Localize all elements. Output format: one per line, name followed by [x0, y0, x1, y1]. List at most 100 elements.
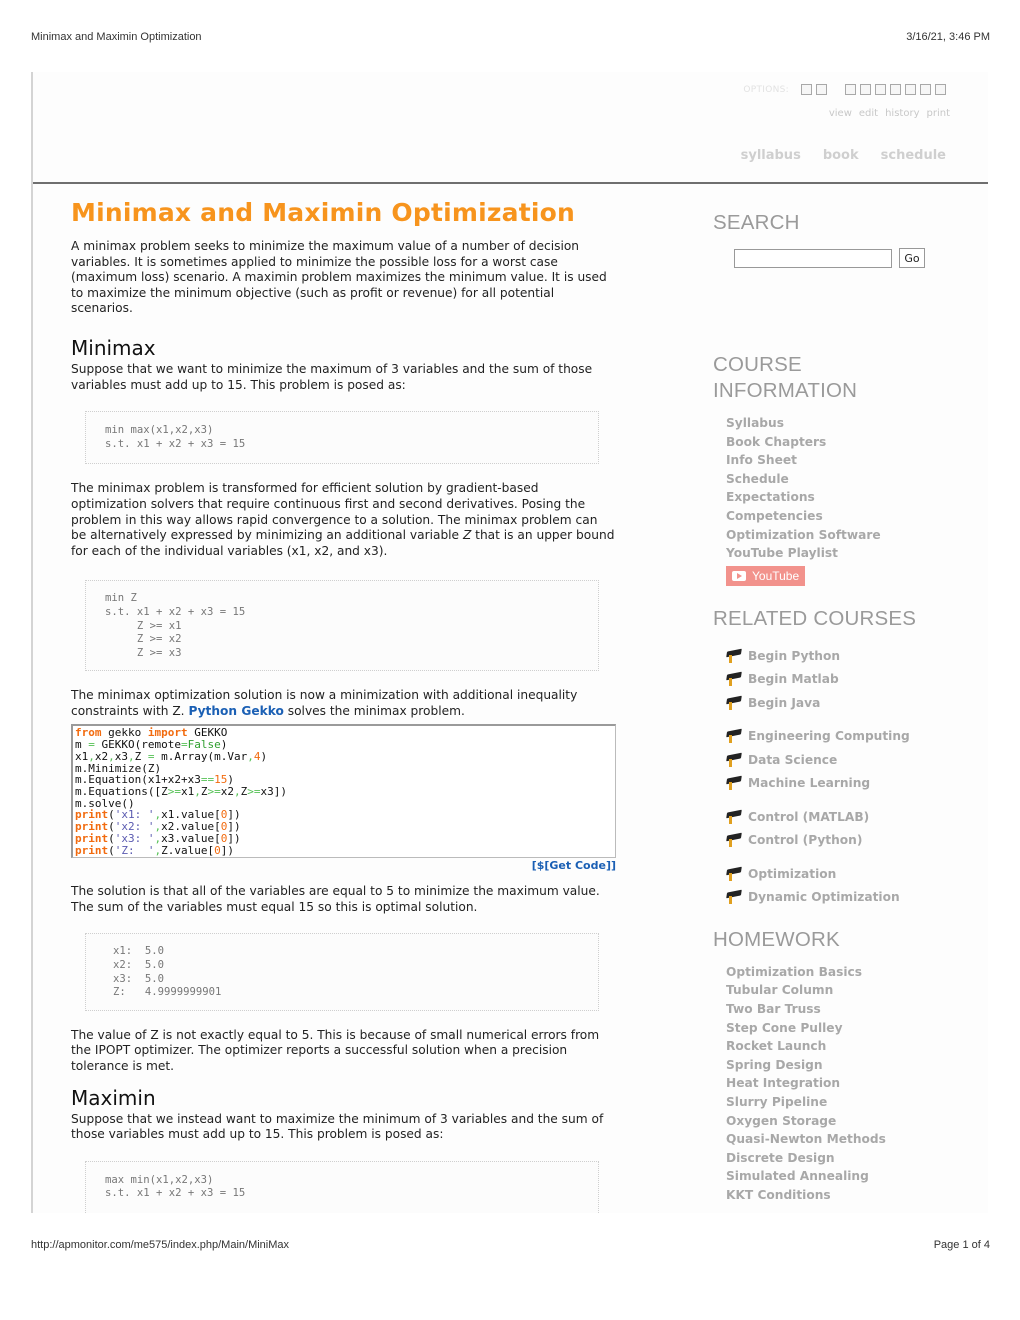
course-info-heading: COURSE INFORMATION — [713, 353, 858, 402]
edit-link[interactable]: edit — [859, 108, 878, 119]
python-gekko-link[interactable]: Python Gekko — [188, 704, 283, 718]
minimax-heading: Minimax — [71, 335, 156, 360]
gekko-text-end: solves the minimax problem. — [283, 703, 465, 718]
option-icon[interactable] — [890, 84, 901, 95]
homework-heading: HOMEWORK — [713, 927, 840, 951]
related-courses-heading: RELATED COURSES — [713, 606, 917, 630]
homework-link[interactable]: Oxygen Storage — [726, 1112, 983, 1131]
options-bar: OPTIONS: — [743, 84, 950, 95]
main-content: Minimax and Maximin Optimization A minim… — [71, 196, 616, 1213]
solution-output: x1: 5.0 x2: 5.0 x3: 5.0 Z: 4.9999999901 — [85, 933, 599, 1011]
course-info-link[interactable]: Syllabus — [726, 414, 983, 433]
nav-schedule[interactable]: schedule — [881, 148, 946, 163]
youtube-label: YouTube — [752, 568, 800, 583]
history-link[interactable]: history — [885, 108, 919, 119]
homework-link[interactable]: Discrete Design — [726, 1149, 983, 1168]
graduation-cap-icon — [726, 729, 742, 743]
code-block[interactable]: from gekko import GEKKO m = GEKKO(remote… — [71, 724, 616, 859]
search-input[interactable] — [734, 248, 892, 268]
homework-link[interactable]: Optimization Basics — [726, 963, 983, 982]
option-icon[interactable] — [920, 84, 931, 95]
related-course[interactable]: Control (Python) — [726, 828, 983, 852]
print-footer: http://apmonitor.com/me575/index.php/Mai… — [31, 1239, 990, 1251]
maximin-heading: Maximin — [71, 1085, 156, 1110]
course-info-link[interactable]: Optimization Software — [726, 526, 983, 545]
homework-list: Optimization Basics Tubular Column Two B… — [726, 963, 983, 1205]
option-icon[interactable] — [935, 84, 946, 95]
graduation-cap-icon — [726, 696, 742, 710]
graduation-cap-icon — [726, 672, 742, 686]
intro-paragraph: A minimax problem seeks to minimize the … — [71, 239, 607, 316]
option-icon[interactable] — [875, 84, 886, 95]
related-course[interactable]: Optimization — [726, 862, 983, 886]
minimax-paragraph: Suppose that we want to minimize the max… — [71, 361, 593, 392]
homework-link[interactable]: Tubular Column — [726, 981, 983, 1000]
view-link[interactable]: view — [829, 108, 852, 119]
homework-link[interactable]: Step Cone Pulley — [726, 1019, 983, 1038]
course-info-list: Syllabus Book Chapters Info Sheet Schedu… — [726, 414, 983, 586]
top-bar: OPTIONS: view edit history print syllabu… — [33, 72, 988, 184]
graduation-cap-icon — [726, 776, 742, 790]
print-title: Minimax and Maximin Optimization — [31, 31, 202, 43]
option-icon[interactable] — [905, 84, 916, 95]
related-course[interactable]: Begin Python — [726, 644, 983, 668]
graduation-cap-icon — [726, 649, 742, 663]
homework-link[interactable]: Quasi-Newton Methods — [726, 1130, 983, 1149]
search-heading: SEARCH — [713, 211, 800, 234]
homework-link[interactable]: Rocket Launch — [726, 1037, 983, 1056]
search-form: Go — [734, 248, 983, 268]
youtube-button[interactable]: YouTube — [726, 565, 806, 586]
graduation-cap-icon — [726, 810, 742, 824]
course-info-link[interactable]: Competencies — [726, 507, 983, 526]
solution-paragraph: The solution is that all of the variable… — [71, 884, 600, 914]
course-info-link[interactable]: Schedule — [726, 470, 983, 489]
nav-syllabus[interactable]: syllabus — [741, 148, 801, 163]
related-course[interactable]: Machine Learning — [726, 771, 983, 795]
print-url: http://apmonitor.com/me575/index.php/Mai… — [31, 1239, 290, 1251]
related-course[interactable]: Engineering Computing — [726, 724, 983, 748]
graduation-cap-icon — [726, 890, 742, 904]
transform-paragraph: The minimax problem is transformed for e… — [71, 481, 616, 559]
minimax-formulation: min max(x1,x2,x3) s.t. x1 + x2 + x3 = 15 — [85, 411, 599, 465]
course-info-link[interactable]: YouTube Playlist — [726, 544, 983, 563]
related-course[interactable]: Control (MATLAB) — [726, 805, 983, 829]
page-actions: view edit history print — [829, 108, 950, 119]
homework-link[interactable]: Two Bar Truss — [726, 1000, 983, 1019]
related-course[interactable]: Data Science — [726, 748, 983, 772]
get-code-link[interactable]: [$[Get Code]] — [71, 858, 616, 874]
graduation-cap-icon — [726, 753, 742, 767]
top-nav: syllabus book schedule — [741, 148, 946, 163]
minimax-reformulation: min Z s.t. x1 + x2 + x3 = 15 Z >= x1 Z >… — [85, 580, 599, 672]
maximin-formulation: max min(x1,x2,x3) s.t. x1 + x2 + x3 = 15 — [85, 1160, 599, 1213]
search-go-button[interactable]: Go — [899, 248, 925, 268]
options-label: OPTIONS: — [743, 84, 789, 95]
related-course[interactable]: Begin Java — [726, 691, 983, 715]
print-datetime: 3/16/21, 3:46 PM — [906, 31, 990, 43]
nav-book[interactable]: book — [823, 148, 859, 163]
option-icon[interactable] — [801, 84, 812, 95]
related-course[interactable]: Begin Matlab — [726, 667, 983, 691]
maximin-paragraph: Suppose that we instead want to maximize… — [71, 1111, 604, 1142]
option-icon[interactable] — [845, 84, 856, 95]
option-icon[interactable] — [816, 84, 827, 95]
z-note-paragraph: The value of Z is not exactly equal to 5… — [71, 1027, 600, 1073]
related-course[interactable]: Dynamic Optimization — [726, 885, 983, 909]
course-info-link[interactable]: Expectations — [726, 488, 983, 507]
youtube-play-icon — [732, 570, 746, 581]
homework-link[interactable]: Spring Design — [726, 1056, 983, 1075]
graduation-cap-icon — [726, 833, 742, 847]
course-info-link[interactable]: Info Sheet — [726, 451, 983, 470]
option-icon[interactable] — [860, 84, 871, 95]
sidebar: SEARCH Go COURSE INFORMATION Syllabus Boo… — [713, 210, 983, 1204]
print-header: Minimax and Maximin Optimization 3/16/21… — [31, 31, 990, 43]
page-title: Minimax and Maximin Optimization — [71, 198, 575, 227]
page-number: Page 1 of 4 — [933, 1239, 990, 1251]
graduation-cap-icon — [726, 867, 742, 881]
print-link[interactable]: print — [927, 108, 951, 119]
related-courses-list: Begin Python Begin Matlab Begin Java Eng… — [726, 644, 983, 909]
homework-link[interactable]: Simulated Annealing — [726, 1167, 983, 1186]
homework-link[interactable]: Heat Integration — [726, 1074, 983, 1093]
homework-link[interactable]: KKT Conditions — [726, 1186, 983, 1205]
course-info-link[interactable]: Book Chapters — [726, 433, 983, 452]
homework-link[interactable]: Slurry Pipeline — [726, 1093, 983, 1112]
